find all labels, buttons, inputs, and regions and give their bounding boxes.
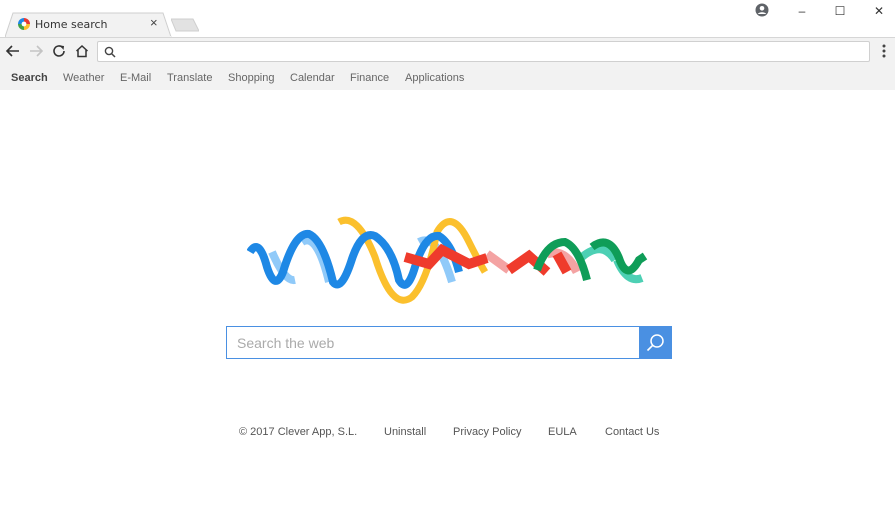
contact-us-link[interactable]: Contact Us xyxy=(605,426,659,438)
search-input[interactable] xyxy=(226,326,639,359)
nav-item-shopping[interactable]: Shopping xyxy=(228,72,275,84)
browser-tab[interactable]: Home search × xyxy=(5,12,172,38)
browser-menu-icon[interactable] xyxy=(878,42,890,60)
search-box xyxy=(226,326,672,359)
tab-close-icon[interactable]: × xyxy=(150,15,158,31)
home-icon[interactable] xyxy=(74,43,90,59)
window-close-button[interactable]: ✕ xyxy=(864,2,894,20)
new-tab-button[interactable] xyxy=(171,18,199,32)
search-button[interactable] xyxy=(639,326,672,359)
favicon-icon xyxy=(18,18,30,30)
nav-item-email[interactable]: E-Mail xyxy=(120,72,151,84)
back-arrow-icon[interactable] xyxy=(5,43,21,59)
uninstall-link[interactable]: Uninstall xyxy=(384,426,426,438)
profile-icon[interactable] xyxy=(755,3,769,17)
minimize-button[interactable]: – xyxy=(787,2,817,20)
maximize-button[interactable]: ☐ xyxy=(825,2,855,20)
nav-item-weather[interactable]: Weather xyxy=(63,72,104,84)
tab-title: Home search xyxy=(35,18,108,31)
nav-item-calendar[interactable]: Calendar xyxy=(290,72,335,84)
privacy-policy-link[interactable]: Privacy Policy xyxy=(453,426,521,438)
service-nav-bar: Search Weather E-Mail Translate Shopping… xyxy=(0,65,895,90)
ribbon-logo xyxy=(247,216,648,304)
magnifier-icon xyxy=(646,334,664,352)
footer: © 2017 Clever App, S.L. Uninstall Privac… xyxy=(0,426,895,440)
nav-item-search[interactable]: Search xyxy=(11,72,48,84)
nav-item-translate[interactable]: Translate xyxy=(167,72,212,84)
search-icon xyxy=(104,46,116,58)
title-bar: Home search × – ☐ ✕ xyxy=(0,0,895,38)
reload-icon[interactable] xyxy=(51,43,67,59)
nav-item-finance[interactable]: Finance xyxy=(350,72,389,84)
copyright-text: © 2017 Clever App, S.L. xyxy=(239,426,358,438)
forward-arrow-icon[interactable] xyxy=(28,43,44,59)
nav-item-applications[interactable]: Applications xyxy=(405,72,464,84)
browser-toolbar xyxy=(0,37,895,65)
eula-link[interactable]: EULA xyxy=(548,426,577,438)
address-bar[interactable] xyxy=(97,41,870,62)
